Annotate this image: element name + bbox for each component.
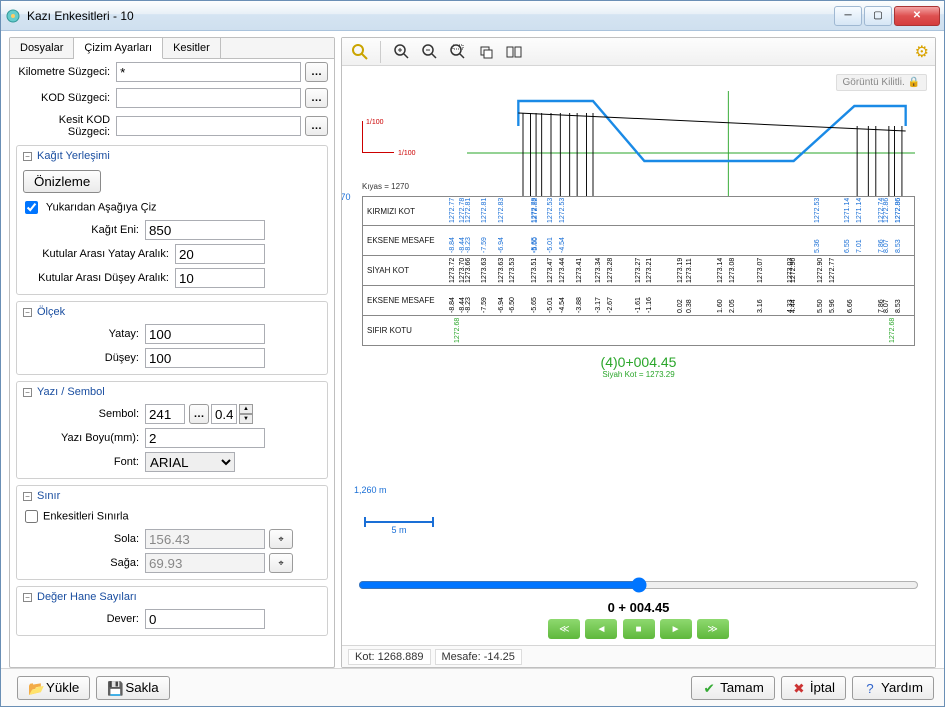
profile-svg xyxy=(467,91,915,196)
window-split-icon[interactable] xyxy=(502,41,526,63)
axis-indicator: 1/100 1/100 xyxy=(362,121,363,153)
km-filter-label: Kilometre Süzgeci: xyxy=(16,66,116,78)
zoom-in-icon[interactable] xyxy=(390,41,414,63)
limit-left-pick[interactable]: ⌖ xyxy=(269,529,293,549)
group-kagit-header[interactable]: −Kağıt Yerleşimi xyxy=(17,146,327,166)
settings-scroll[interactable]: −Kağıt Yerleşimi Önizleme Yukarıdan Aşağ… xyxy=(10,141,334,667)
cancel-button[interactable]: ✖İptal xyxy=(781,676,846,700)
symbol-size-input[interactable] xyxy=(211,404,237,424)
kod-filter-input[interactable] xyxy=(116,88,301,108)
nav-next[interactable]: ► xyxy=(660,619,692,639)
tabs: Dosyalar Çizim Ayarları Kesitler xyxy=(10,38,334,59)
viewer-toolbar: ⚙ xyxy=(342,38,935,66)
scale-h-input[interactable] xyxy=(145,324,265,344)
topdown-checkbox[interactable] xyxy=(25,201,38,214)
save-button[interactable]: 💾Sakla xyxy=(96,676,169,700)
titlebar: Kazı Enkesitleri - 10 ─ ▢ ✕ xyxy=(1,1,944,31)
nav-km-label: 0 + 004.45 xyxy=(348,600,929,619)
table-row: EKSENE MESAFE-8.84-8.44-8.23-7.59-6.94-5… xyxy=(362,226,915,256)
symbol-input[interactable] xyxy=(145,404,185,424)
table-row: SIFIR KOTU1272.681272.68 xyxy=(362,316,915,346)
lock-badge: Görüntü Kilitli. 🔒 xyxy=(836,74,927,91)
zoom-out-icon[interactable] xyxy=(418,41,442,63)
right-panel: ⚙ Görüntü Kilitli. 🔒 1/100 1/100 1,270 K… xyxy=(341,37,936,668)
limit-right-input xyxy=(145,553,265,573)
left-panel: Dosyalar Çizim Ayarları Kesitler Kilomet… xyxy=(9,37,335,668)
window-title: Kazı Enkesitleri - 10 xyxy=(27,9,834,23)
symbol-browse[interactable]: … xyxy=(189,404,209,424)
status-mesafe: Mesafe: -14.25 xyxy=(435,649,522,665)
group-hane: −Değer Hane Sayıları Dever: xyxy=(16,586,328,636)
help-button[interactable]: ?Yardım xyxy=(852,676,934,700)
nav-first[interactable]: ≪ xyxy=(548,619,580,639)
group-olcek: −Ölçek Yatay: Düşey: xyxy=(16,301,328,375)
kesit-filter-browse[interactable]: … xyxy=(305,116,328,136)
limit-right-pick[interactable]: ⌖ xyxy=(269,553,293,573)
vgap-input[interactable] xyxy=(175,268,265,288)
limit-left-input xyxy=(145,529,265,549)
window-prev-icon[interactable] xyxy=(474,41,498,63)
close-button[interactable]: ✕ xyxy=(894,6,940,26)
text-size-input[interactable] xyxy=(145,428,265,448)
tab-dosyalar[interactable]: Dosyalar xyxy=(10,38,74,58)
km-filter-input[interactable] xyxy=(116,62,301,82)
nav-prev[interactable]: ◄ xyxy=(585,619,617,639)
zoom-extents-icon[interactable] xyxy=(348,41,372,63)
app-icon xyxy=(5,8,21,24)
help-icon: ? xyxy=(863,681,877,695)
settings-gear-icon[interactable]: ⚙ xyxy=(915,42,929,62)
check-icon: ✔ xyxy=(702,681,716,695)
station-slider[interactable] xyxy=(358,577,919,593)
hgap-input[interactable] xyxy=(175,244,265,264)
group-yazi-header[interactable]: −Yazı / Sembol xyxy=(17,382,327,402)
load-button[interactable]: 📂Yükle xyxy=(17,676,90,700)
group-kagit: −Kağıt Yerleşimi Önizleme Yukarıdan Aşağ… xyxy=(16,145,328,295)
kod-filter-browse[interactable]: … xyxy=(305,88,328,108)
app-window: Kazı Enkesitleri - 10 ─ ▢ ✕ Dosyalar Çiz… xyxy=(0,0,945,707)
extent-label: 1,260 m xyxy=(354,485,387,495)
minimize-button[interactable]: ─ xyxy=(834,6,862,26)
station-label: (4)0+004.45 xyxy=(362,354,915,370)
kod-filter-label: KOD Süzgeci: xyxy=(16,92,116,104)
dever-input[interactable] xyxy=(145,609,265,629)
status-bar: Kot: 1268.889 Mesafe: -14.25 xyxy=(342,645,935,667)
tab-kesitler[interactable]: Kesitler xyxy=(163,38,221,58)
kesit-filter-input[interactable] xyxy=(116,116,301,136)
zoom-window-icon[interactable] xyxy=(446,41,470,63)
table-row: SİYAH KOT1273.721273.701273.661273.63127… xyxy=(362,256,915,286)
font-select[interactable]: ARIAL xyxy=(145,452,235,472)
footer-bar: 📂Yükle 💾Sakla ✔Tamam ✖İptal ?Yardım xyxy=(1,668,944,706)
section-canvas[interactable]: Görüntü Kilitli. 🔒 1/100 1/100 1,270 Kıy… xyxy=(342,66,935,645)
nav-last[interactable]: ≫ xyxy=(697,619,729,639)
save-icon: 💾 xyxy=(107,681,121,695)
limit-checkbox[interactable] xyxy=(25,510,38,523)
maximize-button[interactable]: ▢ xyxy=(864,6,892,26)
group-sinir-header[interactable]: −Sınır xyxy=(17,486,327,506)
table-row: EKSENE MESAFE-8.84-8.44-8.23-7.59-6.94-6… xyxy=(362,286,915,316)
scale-v-input[interactable] xyxy=(145,348,265,368)
station-sub: Siyah Kot = 1273.29 xyxy=(362,370,915,379)
cancel-icon: ✖ xyxy=(792,681,806,695)
group-olcek-header[interactable]: −Ölçek xyxy=(17,302,327,322)
paper-width-input[interactable] xyxy=(145,220,265,240)
group-sinir: −Sınır Enkesitleri Sınırla Sola:⌖ Sağa:⌖ xyxy=(16,485,328,580)
group-hane-header[interactable]: −Değer Hane Sayıları xyxy=(17,587,327,607)
tab-cizim-ayarlari[interactable]: Çizim Ayarları xyxy=(74,38,163,59)
symbol-stepper[interactable]: ▲▼ xyxy=(239,404,253,424)
group-yazi: −Yazı / Sembol Sembol: … ▲▼ Yazı Boyu(mm… xyxy=(16,381,328,479)
kesit-filter-label: Kesit KOD Süzgeci: xyxy=(16,114,116,138)
scale-bar: 5 m xyxy=(364,521,434,535)
ok-button[interactable]: ✔Tamam xyxy=(691,676,775,700)
nav-stop[interactable]: ■ xyxy=(623,619,655,639)
table-row: KIRMIZI KOT1272.771272.781272.811272.811… xyxy=(362,196,915,226)
cross-section: 1,270 Kıyas = 1270 xyxy=(362,196,915,379)
load-icon: 📂 xyxy=(28,681,42,695)
preview-button[interactable]: Önizleme xyxy=(23,170,101,193)
status-kot: Kot: 1268.889 xyxy=(348,649,431,665)
km-filter-browse[interactable]: … xyxy=(305,62,328,82)
topdown-label: Yukarıdan Aşağıya Çiz xyxy=(46,201,157,213)
